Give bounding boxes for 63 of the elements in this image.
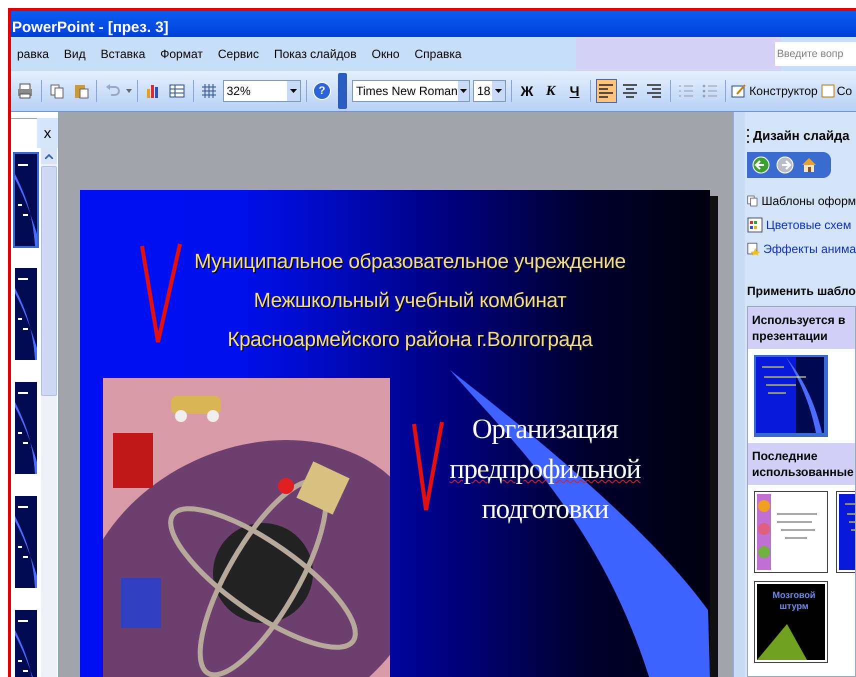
- template-thumbnail[interactable]: [754, 490, 828, 572]
- align-icon: [646, 83, 662, 99]
- template-thumbnail[interactable]: Мозговой штурм: [754, 580, 828, 662]
- task-pane-title: Дизайн слайда: [753, 127, 850, 145]
- task-pane-link[interactable]: Цветовые схем: [766, 216, 852, 234]
- copy-icon: [49, 83, 66, 99]
- slide-thumbnail[interactable]: [13, 608, 39, 677]
- slide-thumbnail[interactable]: [13, 266, 39, 362]
- underline-button[interactable]: Ч: [564, 79, 585, 103]
- dropdown-arrow-icon: [126, 89, 132, 93]
- task-pane-link[interactable]: Эффекты анима: [763, 240, 856, 258]
- template-thumbnail[interactable]: [754, 354, 828, 436]
- slide-thumbnail[interactable]: [13, 152, 39, 248]
- scrollbar[interactable]: [41, 148, 57, 677]
- menu-item[interactable]: Окно: [366, 45, 406, 63]
- scroll-up-button[interactable]: [41, 148, 57, 164]
- menu-item[interactable]: Вид: [58, 45, 92, 63]
- menu-item[interactable]: Сервис: [212, 45, 265, 63]
- color-swatch-icon: [747, 216, 763, 232]
- align-icon: [622, 83, 638, 99]
- chevron-up-icon: [45, 154, 53, 158]
- toolbar-options-button[interactable]: [338, 73, 348, 109]
- undo-icon: [104, 84, 121, 98]
- font-size-field[interactable]: 18: [473, 80, 506, 102]
- align-icon: [598, 83, 614, 99]
- menu-item[interactable]: Вставка: [94, 45, 152, 63]
- new-slide-button[interactable]: Со: [820, 79, 852, 103]
- design-button[interactable]: Конструктор: [731, 79, 818, 103]
- task-pane-link[interactable]: Шаблоны оформ: [761, 192, 856, 210]
- home-icon: [801, 156, 817, 172]
- apply-template-label: Применить шабло: [746, 282, 856, 300]
- thumbnail-title: Мозговой штурм: [772, 590, 816, 612]
- italic-button[interactable]: К: [540, 79, 562, 103]
- table-icon: [169, 83, 186, 99]
- grid-icon: [201, 83, 218, 99]
- templates-icon: [747, 192, 758, 208]
- menu-item[interactable]: Показ слайдов: [268, 45, 363, 63]
- menu-item[interactable]: равка: [11, 45, 55, 63]
- align-left-button[interactable]: [596, 79, 617, 103]
- clipboard-icon: [73, 83, 90, 99]
- slide-thumbnail[interactable]: [13, 380, 39, 476]
- window-title: PowerPoint - [през. 3]: [12, 19, 169, 37]
- bold-button[interactable]: Ж: [516, 79, 538, 103]
- help-button[interactable]: ?: [313, 82, 331, 100]
- slide-title-line: Муниципальное образовательное учреждение: [194, 249, 626, 275]
- zoom-field[interactable]: 32%: [222, 80, 301, 102]
- scroll-thumb[interactable]: [41, 166, 57, 396]
- font-field[interactable]: Times New Roman: [352, 80, 470, 102]
- printer-icon: [17, 83, 34, 99]
- close-button[interactable]: x: [44, 126, 52, 140]
- slide-title-line: Межшкольный учебный комбинат: [254, 288, 566, 314]
- section-header: Используется в презентации: [748, 306, 855, 348]
- back-button[interactable]: [751, 154, 771, 174]
- section-header: Последние использованные: [748, 442, 855, 484]
- bulleted-list-icon: [702, 83, 718, 99]
- help-search-field[interactable]: Введите вопр: [775, 42, 856, 66]
- numbered-list-icon: [678, 83, 694, 99]
- menu-item[interactable]: Формат: [154, 45, 209, 63]
- slide-thumbnail[interactable]: [13, 494, 39, 590]
- star-document-icon: [747, 240, 760, 256]
- slide-title-line: Красноармейского района г.Волгограда: [227, 327, 593, 353]
- design-icon: [731, 83, 748, 99]
- menu-item[interactable]: Справка: [408, 45, 468, 63]
